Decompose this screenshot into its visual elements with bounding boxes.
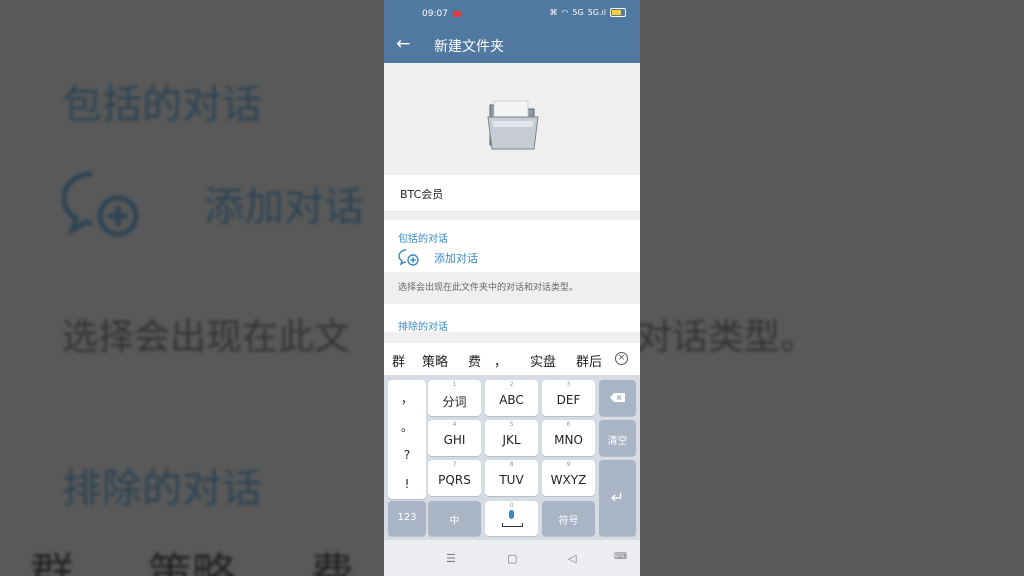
battery-icon xyxy=(610,8,626,17)
bg-excluded-header: 排除的对话 xyxy=(62,466,262,512)
key-7[interactable]: 7 PQRS xyxy=(428,460,481,496)
folder-name-field[interactable]: BTC会员 xyxy=(384,175,640,212)
phone-screen: 09:07 ⌘ ◠ 5G 5G.ıl ← 新建文件夹 BTC会员 包括的对话 添… xyxy=(384,0,640,576)
home-icon[interactable]: ▢ xyxy=(507,552,517,565)
candidate-bar: 群 策略 费 ， 实盘 群后 × xyxy=(384,343,640,375)
candidate-1[interactable]: 群 xyxy=(392,351,405,370)
bg-add-chat-icon xyxy=(62,171,139,237)
add-chat-label: 添加对话 xyxy=(434,252,478,265)
punct-period[interactable]: 。 xyxy=(388,418,426,435)
folder-icon xyxy=(487,100,539,150)
candidate-6[interactable]: 群后 xyxy=(576,351,604,370)
folder-preview xyxy=(384,63,640,175)
space-key[interactable]: 0 xyxy=(485,501,538,536)
bg-included-header: 包括的对话 xyxy=(62,82,262,128)
punctuation-column: ， 。 ? ! xyxy=(388,380,426,499)
recording-icon xyxy=(453,11,461,17)
app-bar: ← 新建文件夹 xyxy=(384,28,640,63)
bg-candidates: 群 策略 费 xyxy=(30,549,354,576)
enter-icon: ↵ xyxy=(610,488,625,507)
punct-exclaim[interactable]: ! xyxy=(388,477,426,491)
back-icon[interactable]: ◁ xyxy=(568,552,576,565)
add-chat-button[interactable]: 添加对话 xyxy=(384,242,640,272)
menu-icon[interactable]: ☰ xyxy=(446,552,456,565)
punct-comma[interactable]: ， xyxy=(388,390,426,407)
microphone-icon xyxy=(509,510,514,519)
candidate-5[interactable]: 实盘 xyxy=(530,351,556,370)
key-8[interactable]: 8 TUV xyxy=(485,460,538,496)
key-1[interactable]: 1 分词 xyxy=(428,380,481,416)
candidate-2[interactable]: 策略 xyxy=(422,351,448,370)
section-gap xyxy=(384,212,640,220)
included-chats-section: 包括的对话 添加对话 xyxy=(384,220,640,272)
backspace-key[interactable] xyxy=(599,380,636,416)
status-time: 09:07 xyxy=(422,9,448,19)
excluded-chats-header: 排除的对话 xyxy=(398,322,448,333)
key-5[interactable]: 5 JKL xyxy=(485,420,538,456)
bg-add-chat-label: 添加对话 xyxy=(204,184,364,230)
language-key[interactable]: 中 xyxy=(428,501,481,536)
clear-key[interactable]: 清空 xyxy=(599,420,636,456)
back-arrow-icon[interactable]: ← xyxy=(396,34,410,54)
signal-icon: 5G.ıl xyxy=(587,8,606,17)
included-hint-text: 选择会出现在此文件夹中的对话和对话类型。 xyxy=(398,283,579,293)
network-type: 5G xyxy=(572,8,584,17)
key-3[interactable]: 3 DEF xyxy=(542,380,595,416)
candidate-3[interactable]: 费 xyxy=(468,351,481,370)
symbols-key[interactable]: 符号 xyxy=(542,501,595,536)
close-candidates-icon[interactable]: × xyxy=(615,352,628,365)
excluded-chats-section: 排除的对话 xyxy=(384,304,640,333)
punct-question[interactable]: ? xyxy=(388,448,426,462)
navigation-bar: ☰ ▢ ◁ ⌨ xyxy=(384,540,640,576)
wifi-icon: ◠ xyxy=(561,8,569,17)
enter-key[interactable]: ↵ xyxy=(599,460,636,536)
numbers-key[interactable]: 123 xyxy=(388,501,426,536)
status-bar: 09:07 ⌘ ◠ 5G 5G.ıl xyxy=(384,0,640,28)
candidate-4[interactable]: ， xyxy=(494,351,507,370)
vpn-icon: ⌘ xyxy=(549,8,558,17)
key-9[interactable]: 9 WXYZ xyxy=(542,460,595,496)
backspace-icon xyxy=(610,393,625,402)
key-6[interactable]: 6 MNO xyxy=(542,420,595,456)
folder-name-value: BTC会员 xyxy=(400,188,444,201)
included-hint: 选择会出现在此文件夹中的对话和对话类型。 xyxy=(384,272,640,304)
keyboard: ， 。 ? ! 1 分词 2 ABC 3 DEF 4 GHI 5 JKL 6 MNO 清空 … xyxy=(384,375,640,540)
page-title: 新建文件夹 xyxy=(434,39,504,55)
key-4[interactable]: 4 GHI xyxy=(428,420,481,456)
add-chat-icon xyxy=(398,249,419,266)
key-2[interactable]: 2 ABC xyxy=(485,380,538,416)
space-bar-icon xyxy=(502,523,523,527)
keyboard-switch-icon[interactable]: ⌨ xyxy=(614,552,627,562)
